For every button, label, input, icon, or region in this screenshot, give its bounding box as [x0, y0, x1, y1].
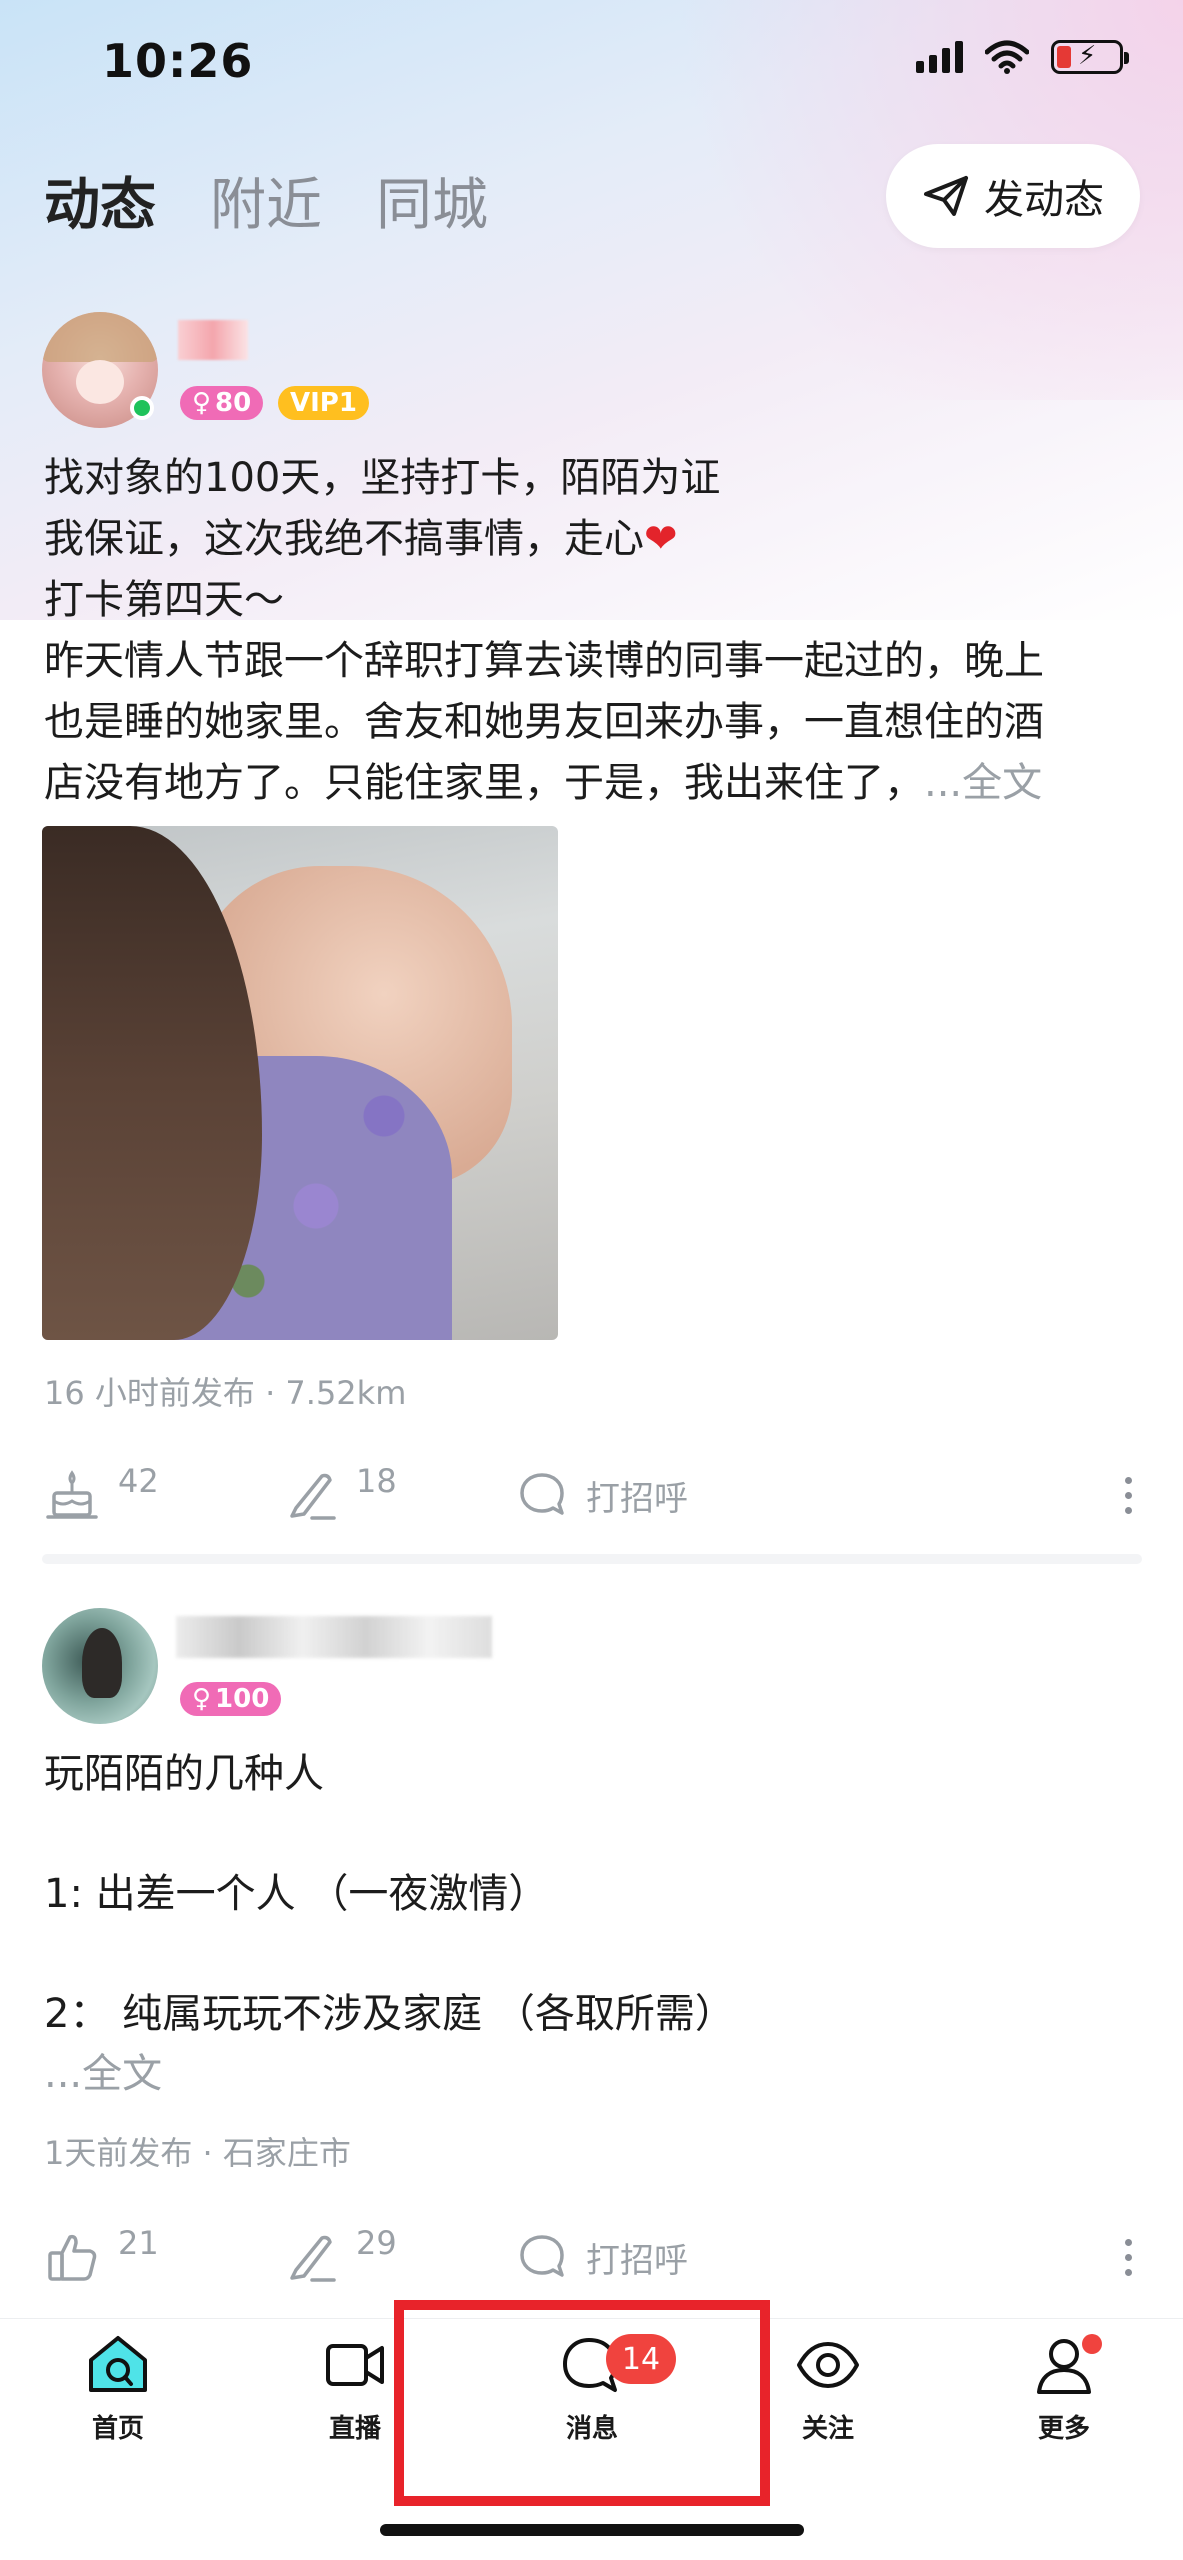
- like-count: 21: [118, 2224, 159, 2262]
- pencil-icon: [290, 1473, 336, 1520]
- post-line: 1: 出差一个人 （一夜激情）: [44, 1871, 549, 1917]
- avatar[interactable]: [42, 1608, 158, 1724]
- tab-moments[interactable]: 动态: [44, 160, 156, 241]
- read-more-link[interactable]: 全文: [82, 2051, 162, 2097]
- tab-same-city[interactable]: 同城: [376, 160, 488, 241]
- vip-badge: VIP1: [278, 386, 369, 420]
- post-line: 昨天情人节跟一个辞职打算去读博的同事一起过的，晚上: [44, 638, 1044, 684]
- wifi-icon: [985, 40, 1029, 74]
- thumbs-up-icon: [48, 2234, 97, 2281]
- cake-icon: [46, 1470, 98, 1519]
- tab-nearby[interactable]: 附近: [210, 160, 322, 241]
- send-icon: [924, 176, 968, 216]
- post-line: 2： 纯属玩玩不涉及家庭 （各取所需）: [44, 1991, 735, 2037]
- status-icons: ⚡: [916, 40, 1129, 74]
- like-count: 42: [118, 1462, 159, 1500]
- greet-button[interactable]: 打招呼: [516, 1469, 688, 1521]
- level-badge: ♀ 80: [180, 386, 264, 420]
- home-indicator: [380, 2524, 804, 2536]
- comment-count: 29: [356, 2224, 397, 2262]
- like-button[interactable]: 21: [44, 2224, 284, 2285]
- post-line: [44, 1924, 1144, 1984]
- pencil-icon: [290, 2235, 336, 2282]
- female-icon: ♀: [192, 388, 212, 418]
- like-button[interactable]: 42: [44, 1462, 284, 1523]
- post-actions: 21 29 打招呼: [44, 2222, 1144, 2292]
- post-divider: [42, 1554, 1142, 1564]
- highlight-box: [394, 2300, 770, 2506]
- comment-button[interactable]: 29: [284, 2224, 516, 2284]
- home-icon: [89, 2336, 147, 2392]
- eye-icon: [797, 2342, 859, 2388]
- video-camera-icon: [326, 2344, 384, 2386]
- post-actions: 42 18 打招呼: [44, 1460, 1144, 1530]
- comment-button[interactable]: 18: [284, 1462, 516, 1522]
- greet-label: 打招呼: [586, 1478, 688, 1519]
- post-moment-button[interactable]: 发动态: [886, 144, 1140, 248]
- post-line: 打卡第四天～: [44, 577, 284, 623]
- female-icon: ♀: [192, 1684, 212, 1714]
- username-blurred[interactable]: [176, 1616, 492, 1658]
- status-time: 10:26: [102, 34, 254, 88]
- post-photo[interactable]: [42, 826, 558, 1340]
- post-line: 我保证，这次我绝不搞事情，走心❤: [44, 516, 678, 562]
- online-status-dot: [130, 396, 154, 420]
- more-options-icon[interactable]: [1125, 1476, 1132, 1514]
- nav-label: 关注: [801, 2414, 854, 2444]
- post-line: [44, 1804, 1144, 1864]
- nav-label: 直播: [328, 2414, 381, 2444]
- post-text[interactable]: 找对象的100天，坚持打卡，陌陌为证 我保证，这次我绝不搞事情，走心❤ 打卡第四…: [44, 448, 1144, 814]
- greet-label: 打招呼: [586, 2240, 688, 2281]
- post-line: 找对象的100天，坚持打卡，陌陌为证: [44, 455, 721, 501]
- feed-tabs: 动态 附近 同城: [44, 160, 488, 241]
- post-line: ...全文: [44, 2051, 163, 2097]
- battery-icon: ⚡: [1051, 40, 1129, 74]
- post-text[interactable]: 玩陌陌的几种人 1: 出差一个人 （一夜激情） 2： 纯属玩玩不涉及家庭 （各取…: [44, 1744, 1144, 2104]
- nav-label: 首页: [91, 2414, 144, 2444]
- post-line: 也是睡的她家里。舍友和她男友回来办事，一直想住的酒: [44, 699, 1044, 745]
- level-badge: ♀ 100: [180, 1682, 282, 1716]
- chat-bubble-icon: [520, 1473, 564, 1515]
- post-line: 店没有地方了。只能住家里，于是，我出来住了，...全文: [44, 760, 1043, 806]
- post-moment-label: 发动态: [984, 177, 1104, 223]
- post-meta: 16 小时前发布 · 7.52km: [44, 1374, 407, 1412]
- username-blurred[interactable]: [178, 320, 248, 360]
- nav-more[interactable]: 更多: [984, 2334, 1144, 2445]
- nav-home[interactable]: 首页: [38, 2334, 198, 2445]
- nav-following[interactable]: 关注: [748, 2334, 908, 2445]
- notification-dot: [1082, 2334, 1102, 2354]
- greet-button[interactable]: 打招呼: [516, 2231, 688, 2283]
- heart-icon: ❤: [644, 516, 678, 562]
- post-meta: 1天前发布 · 石家庄市: [44, 2134, 351, 2172]
- chat-bubble-icon: [520, 2235, 564, 2277]
- read-more-link[interactable]: 全文: [962, 760, 1042, 806]
- post-line: 玩陌陌的几种人: [44, 1751, 324, 1797]
- more-options-icon[interactable]: [1125, 2238, 1132, 2276]
- comment-count: 18: [356, 1462, 397, 1500]
- nav-label: 更多: [1037, 2414, 1090, 2444]
- signal-icon: [916, 41, 963, 73]
